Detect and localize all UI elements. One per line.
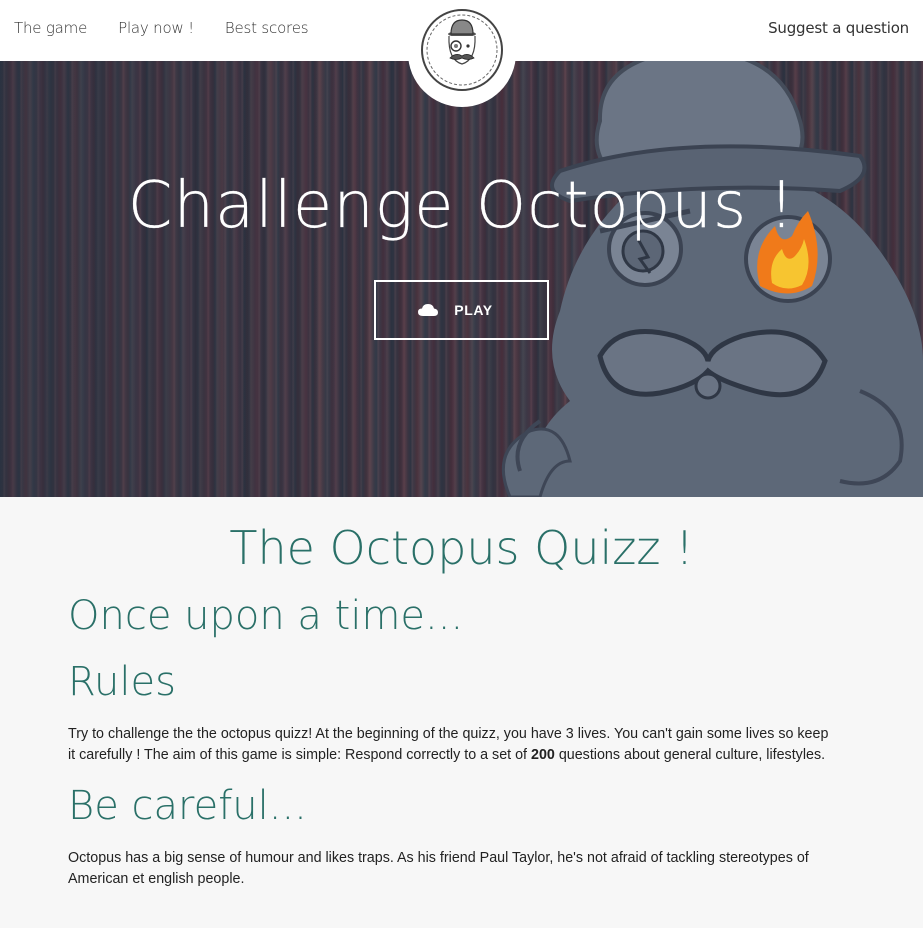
nav-link-the-game[interactable]: The game (14, 19, 87, 37)
hero-banner: Challenge Octopus ! PLAY (0, 61, 923, 497)
octopus-logo-icon (421, 9, 503, 91)
hero-title: Challenge Octopus ! (127, 169, 796, 243)
rules-question-count: 200 (531, 747, 555, 763)
careful-paragraph: Octopus has a big sense of humour and li… (68, 850, 809, 887)
section-title-once-upon: Once upon a time... (68, 593, 464, 639)
section-title-be-careful: Be careful... (68, 783, 307, 829)
nav-link-suggest-question[interactable]: Suggest a question (768, 19, 909, 37)
nav-link-best-scores[interactable]: Best scores (225, 19, 309, 37)
rules-paragraph: Try to challenge the the octopus quizz! … (68, 724, 838, 766)
page-title: The Octopus Quizz ! (229, 521, 694, 575)
play-button-label: PLAY (454, 302, 493, 318)
rules-text-after: questions about general culture, lifesty… (554, 747, 826, 763)
cloud-icon (418, 303, 439, 317)
octopus-illustration (501, 61, 923, 497)
section-title-rules: Rules (68, 659, 176, 705)
nav-links: The game Play now ! Best scores (14, 19, 339, 37)
logo[interactable] (408, 0, 516, 107)
play-button[interactable]: PLAY (374, 280, 549, 340)
nav-link-play-now[interactable]: Play now ! (118, 19, 194, 37)
